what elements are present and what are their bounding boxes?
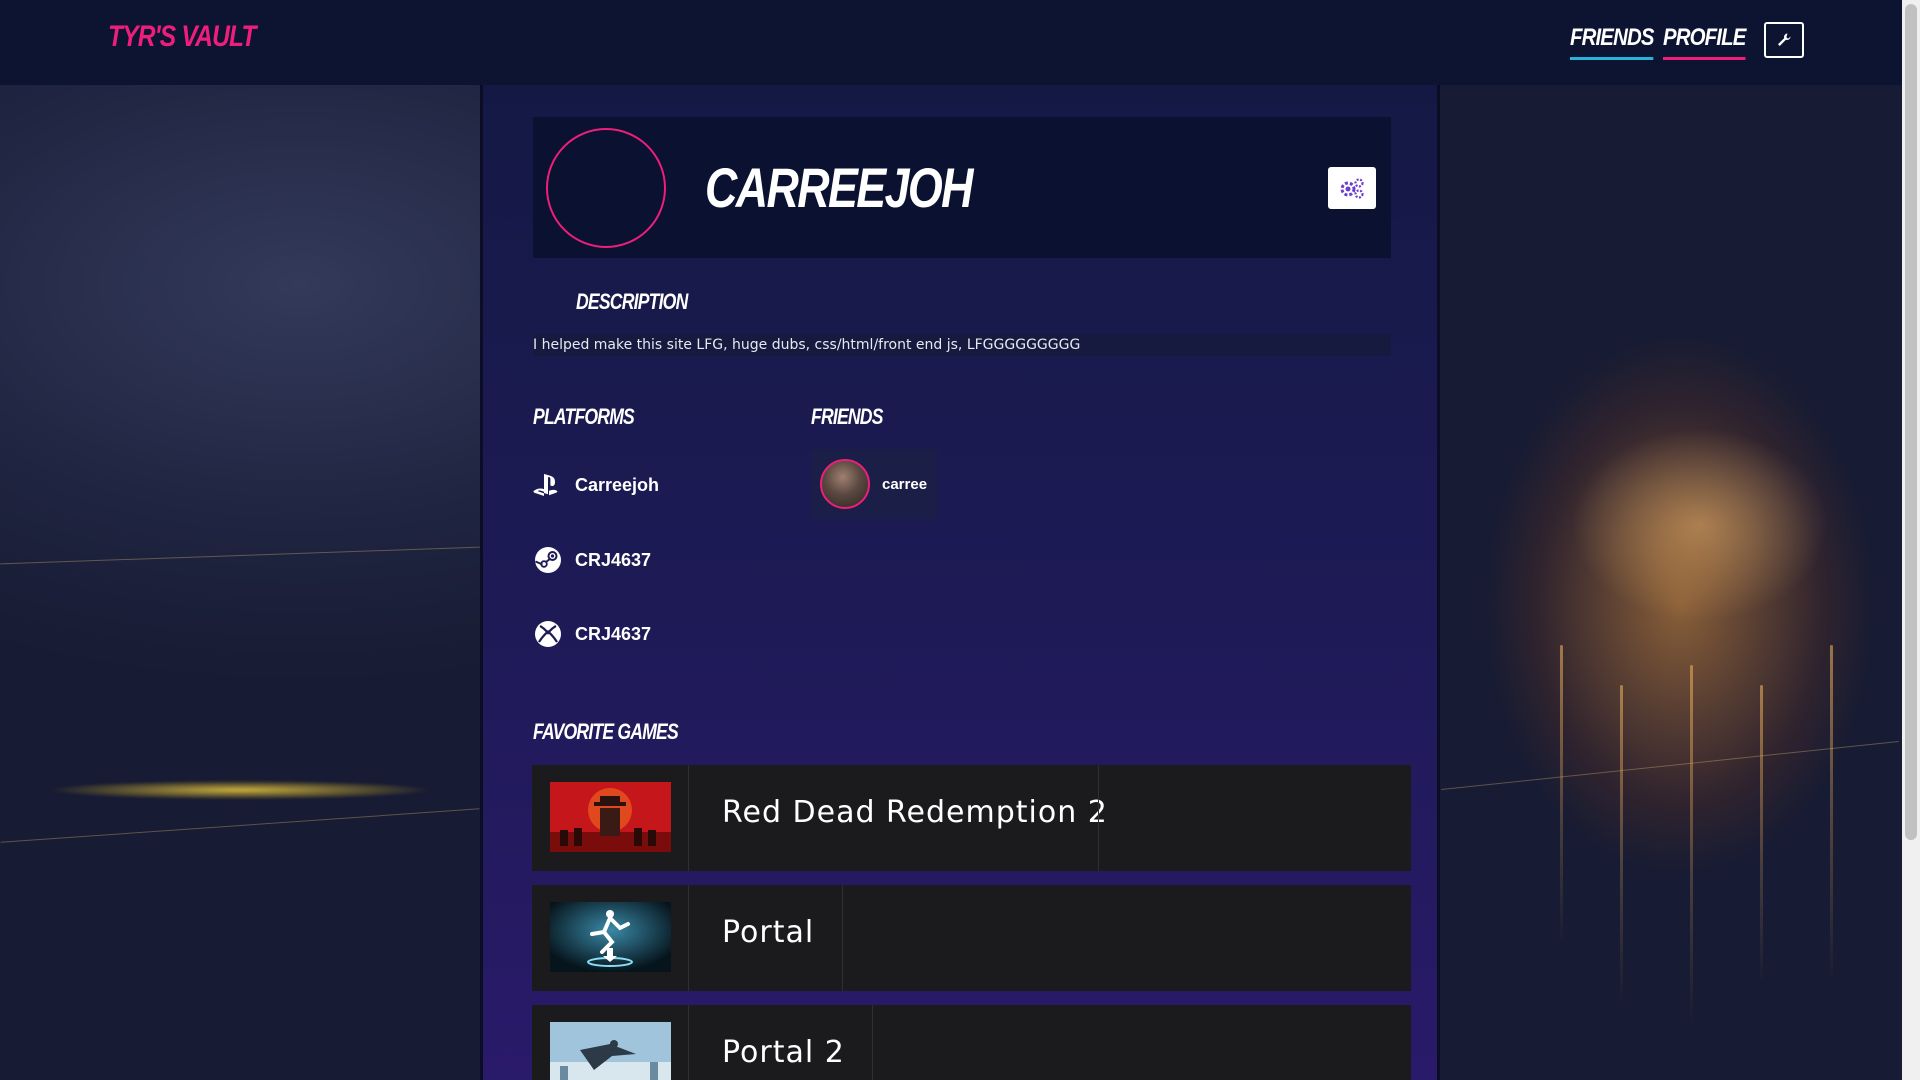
- platform-handle: CRJ4637: [575, 623, 652, 644]
- profile-main-column: CARREEJOH DESCRIPTION I helped make this…: [480, 85, 1440, 1080]
- jellyfish-tentacle: [1620, 685, 1623, 1005]
- jellyfish-tentacle: [1830, 645, 1833, 985]
- username: CARREEJOH: [705, 156, 973, 219]
- page-scrollbar[interactable]: [1902, 0, 1920, 1080]
- platforms-title: PLATFORMS: [533, 404, 635, 429]
- friend-name: carree: [882, 475, 928, 493]
- game-cover-red-dead-redemption-2: [550, 782, 671, 852]
- platform-item-xbox: CRJ4637: [533, 619, 651, 649]
- playstation-icon: [533, 470, 563, 500]
- favorite-game-item[interactable]: Portal 2: [532, 1005, 1411, 1080]
- brand-logo[interactable]: TYR'S VAULT: [108, 20, 256, 54]
- light-thread: [0, 546, 480, 565]
- nav-link-profile[interactable]: PROFILE: [1663, 24, 1746, 60]
- profile-settings-button[interactable]: [1328, 167, 1376, 209]
- game-cover-portal: [550, 902, 671, 972]
- top-navbar: TYR'S VAULT FRIENDS PROFILE: [0, 0, 1902, 85]
- game-cover-portal-2: [550, 1022, 671, 1080]
- divider: [688, 765, 689, 871]
- tools-button[interactable]: [1764, 22, 1804, 58]
- jellyfish-tentacle: [1690, 665, 1693, 1025]
- steam-icon: [533, 545, 563, 575]
- game-title: Portal 2: [722, 1035, 845, 1070]
- divider: [688, 885, 689, 991]
- avatar: [546, 128, 666, 248]
- scrollbar-thumb[interactable]: [1905, 4, 1917, 840]
- game-title: Portal: [722, 915, 815, 950]
- platform-item-steam: CRJ4637: [533, 545, 651, 575]
- friends-title: FRIENDS: [811, 404, 883, 429]
- wrench-icon: [1778, 33, 1791, 46]
- description-title: DESCRIPTION: [576, 289, 688, 314]
- light-streak: [0, 775, 480, 805]
- game-title: Red Dead Redemption 2: [722, 795, 1108, 830]
- favorite-game-item[interactable]: Portal: [532, 885, 1411, 991]
- divider: [842, 885, 843, 991]
- platform-handle: CRJ4637: [575, 549, 652, 570]
- jellyfish-tentacle: [1560, 645, 1563, 945]
- favorite-games-title: FAVORITE GAMES: [533, 719, 679, 744]
- jellyfish-tentacle: [1760, 685, 1763, 985]
- friend-avatar: [820, 459, 870, 509]
- profile-header-card: CARREEJOH: [533, 117, 1391, 258]
- divider: [872, 1005, 873, 1080]
- light-thread: [0, 808, 480, 843]
- xbox-icon: [533, 619, 563, 649]
- friend-card[interactable]: carree: [811, 449, 937, 519]
- favorite-game-item[interactable]: Red Dead Redemption 2: [532, 765, 1411, 871]
- divider: [688, 1005, 689, 1080]
- gears-icon: [1340, 178, 1364, 199]
- platform-handle: Carreejoh: [575, 474, 660, 495]
- description-text: I helped make this site LFG, huge dubs, …: [533, 334, 1391, 356]
- platform-item-playstation: Carreejoh: [533, 470, 659, 500]
- divider: [1098, 765, 1099, 871]
- nav-link-friends[interactable]: FRIENDS: [1570, 24, 1654, 60]
